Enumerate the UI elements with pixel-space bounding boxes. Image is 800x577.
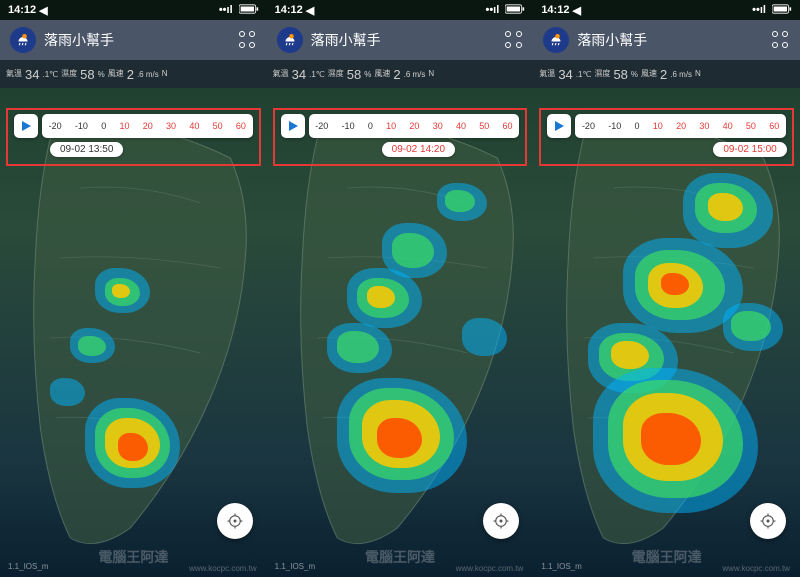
watermark-url: www.kocpc.com.tw xyxy=(189,564,257,573)
time-indicator[interactable]: 09-02 13:50 xyxy=(50,142,123,157)
signal-icon: ••ıl xyxy=(219,4,233,16)
screenshot-2: 14:12 ◀ ••ıl 落雨小幫手 氣溫 34 .1℃ 濕度 58 % 風速 … xyxy=(267,0,534,577)
app-title: 落雨小幫手 xyxy=(311,30,498,50)
time-indicator[interactable]: 09-02 14:20 xyxy=(382,142,455,157)
signal-icon: ••ıl xyxy=(485,4,499,16)
play-button[interactable] xyxy=(14,114,38,138)
status-time: 14:12 xyxy=(275,4,303,16)
timeline-slider[interactable]: -20 -10 0 10 20 30 40 50 60 xyxy=(42,114,253,138)
dir-label: N xyxy=(162,70,168,78)
menu-button[interactable] xyxy=(239,31,257,49)
watermark: 電腦王阿達 xyxy=(632,547,702,567)
locate-button[interactable] xyxy=(217,503,253,539)
weather-info-bar: 氣溫 34 .1℃ 濕度 58 % 風速 2 .6 m/s N xyxy=(267,60,534,88)
wind-value: 2 xyxy=(127,67,134,82)
location-indicator: ◀ xyxy=(572,4,580,17)
signal-icon: ••ıl xyxy=(752,4,766,16)
radar-echo xyxy=(112,284,130,298)
version-text: 1.1_IOS_m xyxy=(541,562,581,571)
timeline-slider[interactable]: -20 -10 0 10 20 30 40 50 60 xyxy=(309,114,520,138)
app-title: 落雨小幫手 xyxy=(577,30,764,50)
app-logo-icon xyxy=(10,27,36,53)
location-indicator: ◀ xyxy=(39,4,47,17)
battery-icon xyxy=(239,4,259,17)
play-button[interactable] xyxy=(281,114,305,138)
taiwan-outline xyxy=(0,108,267,568)
battery-icon xyxy=(772,4,792,17)
watermark: 電腦王阿達 xyxy=(98,547,168,567)
humid-value: 58 xyxy=(80,67,94,82)
status-bar: 14:12 ◀ ••ıl xyxy=(533,0,800,20)
watermark-url: www.kocpc.com.tw xyxy=(456,564,524,573)
humid-label: 濕度 xyxy=(61,70,77,78)
battery-icon xyxy=(505,4,525,17)
radar-echo xyxy=(50,378,85,406)
locate-button[interactable] xyxy=(750,503,786,539)
version-text: 1.1_IOS_m xyxy=(8,562,48,571)
status-time: 14:12 xyxy=(8,4,36,16)
radar-echo xyxy=(337,331,379,363)
app-header: 落雨小幫手 xyxy=(267,20,534,60)
radar-echo xyxy=(462,318,507,356)
wind-label: 風速 xyxy=(108,70,124,78)
watermark: 電腦王阿達 xyxy=(365,547,435,567)
radar-echo xyxy=(708,193,743,221)
menu-button[interactable] xyxy=(772,31,790,49)
temp-label: 氣溫 xyxy=(6,70,22,78)
radar-echo xyxy=(367,286,395,308)
watermark-url: www.kocpc.com.tw xyxy=(722,564,790,573)
app-logo-icon xyxy=(277,27,303,53)
status-time: 14:12 xyxy=(541,4,569,16)
weather-info-bar: 氣溫 34 .1℃ 濕度 58 % 風速 2 .6 m/s N xyxy=(0,60,267,88)
status-bar: 14:12 ◀ ••ıl xyxy=(267,0,534,20)
app-header: 落雨小幫手 xyxy=(533,20,800,60)
radar-echo xyxy=(78,336,106,356)
timeline-slider[interactable]: -20 -10 0 10 20 30 40 50 60 xyxy=(575,114,786,138)
radar-echo xyxy=(611,341,649,369)
app-title: 落雨小幫手 xyxy=(44,30,231,50)
status-bar: 14:12 ◀ ••ıl xyxy=(0,0,267,20)
app-header: 落雨小幫手 xyxy=(0,20,267,60)
app-logo-icon xyxy=(543,27,569,53)
radar-echo xyxy=(445,190,475,212)
screenshot-3: 14:12 ◀ ••ıl 落雨小幫手 氣溫 34 .1℃ 濕度 58 % 風速 … xyxy=(533,0,800,577)
radar-echo xyxy=(377,418,422,458)
temp-value: 34 xyxy=(25,67,39,82)
time-indicator[interactable]: 09-02 15:00 xyxy=(713,142,786,157)
location-indicator: ◀ xyxy=(306,4,314,17)
screenshot-1: 14:12 ◀ ••ıl 落雨小幫手 氣溫 34 .1℃ 濕度 58 % 風速 … xyxy=(0,0,267,577)
radar-echo xyxy=(392,233,434,268)
version-text: 1.1_IOS_m xyxy=(275,562,315,571)
radar-echo xyxy=(661,273,689,295)
radar-echo xyxy=(118,433,148,461)
play-button[interactable] xyxy=(547,114,571,138)
menu-button[interactable] xyxy=(505,31,523,49)
weather-info-bar: 氣溫 34 .1℃ 濕度 58 % 風速 2 .6 m/s N xyxy=(533,60,800,88)
radar-echo xyxy=(731,311,771,341)
